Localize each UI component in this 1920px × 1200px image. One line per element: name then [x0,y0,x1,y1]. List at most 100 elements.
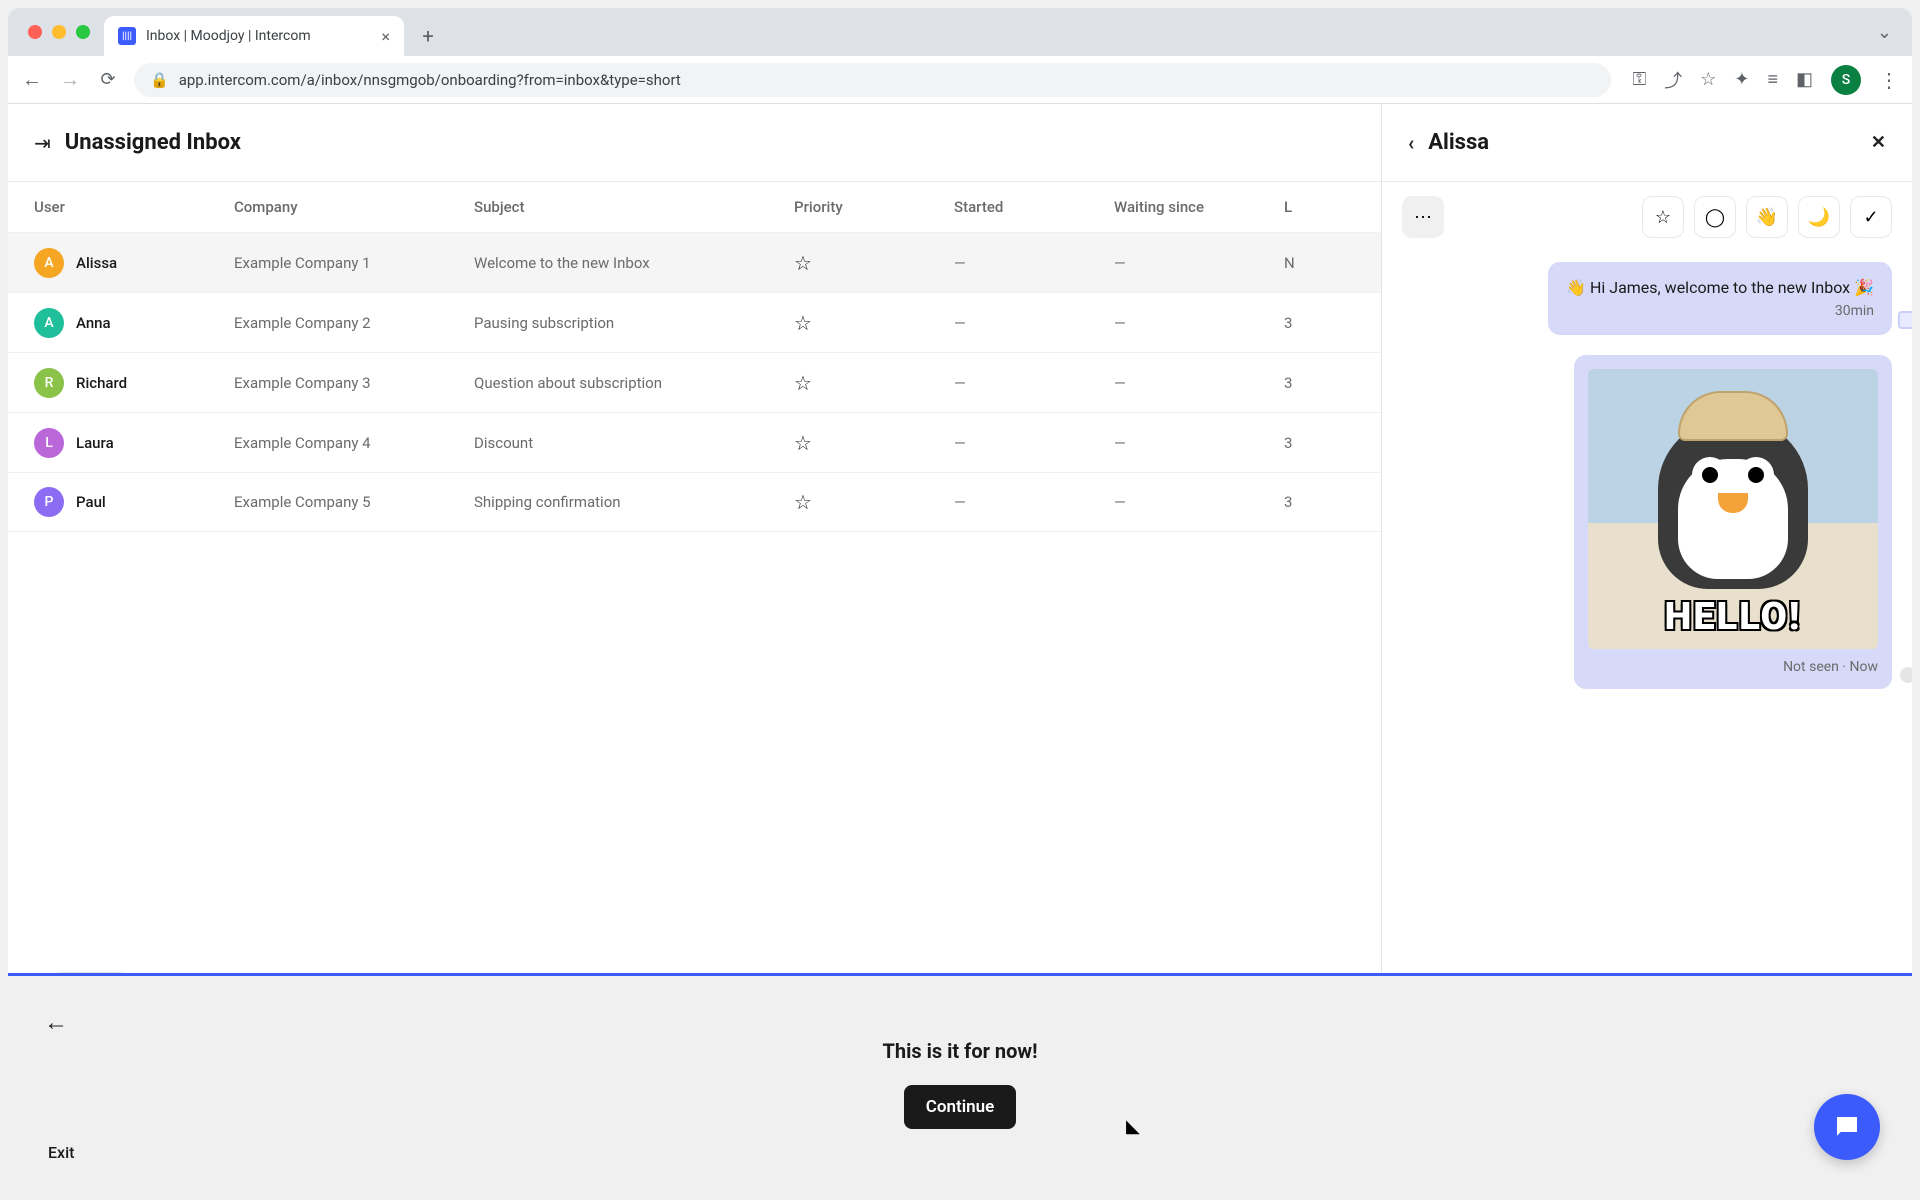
last-cell: 3 [1284,374,1355,392]
wave-button[interactable]: 👋 [1746,196,1788,238]
col-header-priority[interactable]: Priority [794,198,954,216]
onboarding-bar: ← This is it for now! Continue Exit ◣ [8,976,1912,1192]
col-header-subject[interactable]: Subject [474,198,794,216]
inbox-header: ⇥ Unassigned Inbox [8,104,1381,182]
assignee-button[interactable]: ◯ [1694,196,1736,238]
message-status: Not seen · Now [1588,659,1878,675]
priority-star-icon[interactable]: ☆ [794,431,812,455]
priority-star-icon[interactable]: ☆ [794,371,812,395]
subject-cell: Question about subscription [474,374,794,392]
started-cell: — [954,374,1114,392]
toolbar-right: ⚿ ⤴ ☆ ✦ ≡ ◧ S ⋮ [1633,65,1900,95]
company-cell: Example Company 3 [234,374,474,392]
started-cell: — [954,434,1114,452]
priority-star-icon[interactable]: ☆ [794,490,812,514]
window-maximize-icon[interactable] [76,25,90,39]
last-cell: 3 [1284,434,1355,452]
user-name: Anna [76,314,111,332]
gif-caption: HELLO! [1665,595,1802,639]
nav-forward-icon[interactable]: → [58,67,82,92]
col-header-waiting[interactable]: Waiting since [1114,198,1284,216]
penguin-illustration [1658,419,1808,589]
priority-star-icon[interactable]: ☆ [794,311,812,335]
app-root: ⇥ Unassigned Inbox User Company Subject … [8,104,1912,1192]
priority-star-button[interactable]: ☆ [1642,196,1684,238]
waiting-cell: — [1114,493,1284,511]
user-name: Richard [76,374,127,392]
chat-bubble-icon [1832,1112,1862,1142]
company-cell: Example Company 1 [234,254,474,272]
waiting-cell: — [1114,314,1284,332]
page-title: Unassigned Inbox [65,130,241,155]
close-conversation-button[interactable]: ✓ [1850,196,1892,238]
onboard-back-icon[interactable]: ← [44,1008,68,1037]
user-name: Paul [76,493,106,511]
panel-back-icon[interactable]: ‹ [1408,131,1414,155]
company-cell: Example Company 5 [234,493,474,511]
col-header-last[interactable]: L [1284,198,1355,216]
sender-avatar-icon [1898,665,1912,685]
sidepanel-icon[interactable]: ◧ [1796,69,1813,90]
bookmark-star-icon[interactable]: ☆ [1700,69,1716,90]
company-cell: Example Company 2 [234,314,474,332]
url-field[interactable]: 🔒 app.intercom.com/a/inbox/nnsgmgob/onbo… [134,63,1611,97]
more-actions-button[interactable]: ⋯ [1402,196,1444,238]
panel-close-icon[interactable]: ✕ [1871,132,1886,153]
table-row[interactable]: AAlissaExample Company 1Welcome to the n… [8,232,1381,292]
message-timestamp: 30min [1566,303,1874,319]
key-icon[interactable]: ⚿ [1633,69,1647,90]
user-avatar: A [34,308,64,338]
mouse-cursor-icon: ◣ [1126,1116,1140,1137]
browser-tab[interactable]: |||| Inbox | Moodjoy | Intercom × [104,16,404,56]
col-header-user[interactable]: User [34,198,234,216]
inbound-message[interactable]: 👋 Hi James, welcome to the new Inbox 🎉 3… [1548,262,1892,335]
conversation-header: ‹ Alissa ✕ [1382,104,1912,182]
lock-icon: 🔒 [150,71,169,89]
last-cell: 3 [1284,314,1355,332]
menu-toggle-icon[interactable]: ⇥ [34,131,51,155]
started-cell: — [954,493,1114,511]
browser-addressbar: ← → ⟳ 🔒 app.intercom.com/a/inbox/nnsgmgo… [8,56,1912,104]
reading-list-icon[interactable]: ≡ [1767,69,1778,90]
continue-button[interactable]: Continue [904,1085,1017,1129]
share-icon[interactable]: ⤴ [1664,67,1682,93]
table-row[interactable]: RRichardExample Company 3Question about … [8,352,1381,412]
browser-window: |||| Inbox | Moodjoy | Intercom × + ⌄ ← … [8,8,1912,1192]
conversation-toolbar: ⋯ ☆ ◯ 👋 🌙 ✓ [1382,182,1912,252]
extensions-icon[interactable]: ✦ [1734,69,1749,90]
tabs-dropdown-icon[interactable]: ⌄ [1877,22,1892,43]
url-text: app.intercom.com/a/inbox/nnsgmgob/onboar… [179,71,681,89]
profile-avatar[interactable]: S [1831,65,1861,95]
waiting-cell: — [1114,374,1284,392]
subject-cell: Pausing subscription [474,314,794,332]
user-avatar: P [34,487,64,517]
table-row[interactable]: P Paul Example Company 5Shipping confirmat… [8,472,1381,532]
table-row[interactable]: LLauraExample Company 4Discount☆——3 [8,412,1381,472]
message-source-icon [1898,311,1912,329]
priority-star-icon[interactable]: ☆ [794,251,812,275]
subject-cell: Discount [474,434,794,452]
window-minimize-icon[interactable] [52,25,66,39]
outbound-message[interactable]: HELLO! Not seen · Now [1574,355,1892,689]
tab-close-icon[interactable]: × [381,27,390,46]
table-row[interactable]: A Anna Example Company 2Pausing subscripti… [8,292,1381,352]
user-avatar: A [34,248,64,278]
browser-menu-icon[interactable]: ⋮ [1879,68,1900,92]
tabbar-right: ⌄ [1877,8,1912,56]
intercom-launcher-button[interactable] [1814,1094,1880,1160]
snooze-button[interactable]: 🌙 [1798,196,1840,238]
tab-title: Inbox | Moodjoy | Intercom [146,28,311,44]
window-controls [18,8,104,56]
user-avatar: L [34,428,64,458]
exit-link[interactable]: Exit [48,1143,75,1162]
new-tab-button[interactable]: + [412,20,444,52]
nav-back-icon[interactable]: ← [20,67,44,92]
intercom-favicon-icon: |||| [118,27,136,45]
col-header-started[interactable]: Started [954,198,1114,216]
subject-cell: Shipping confirmation [474,493,794,511]
col-header-company[interactable]: Company [234,198,474,216]
user-name: Alissa [76,254,117,272]
reload-icon[interactable]: ⟳ [96,69,120,90]
window-close-icon[interactable] [28,25,42,39]
started-cell: — [954,254,1114,272]
